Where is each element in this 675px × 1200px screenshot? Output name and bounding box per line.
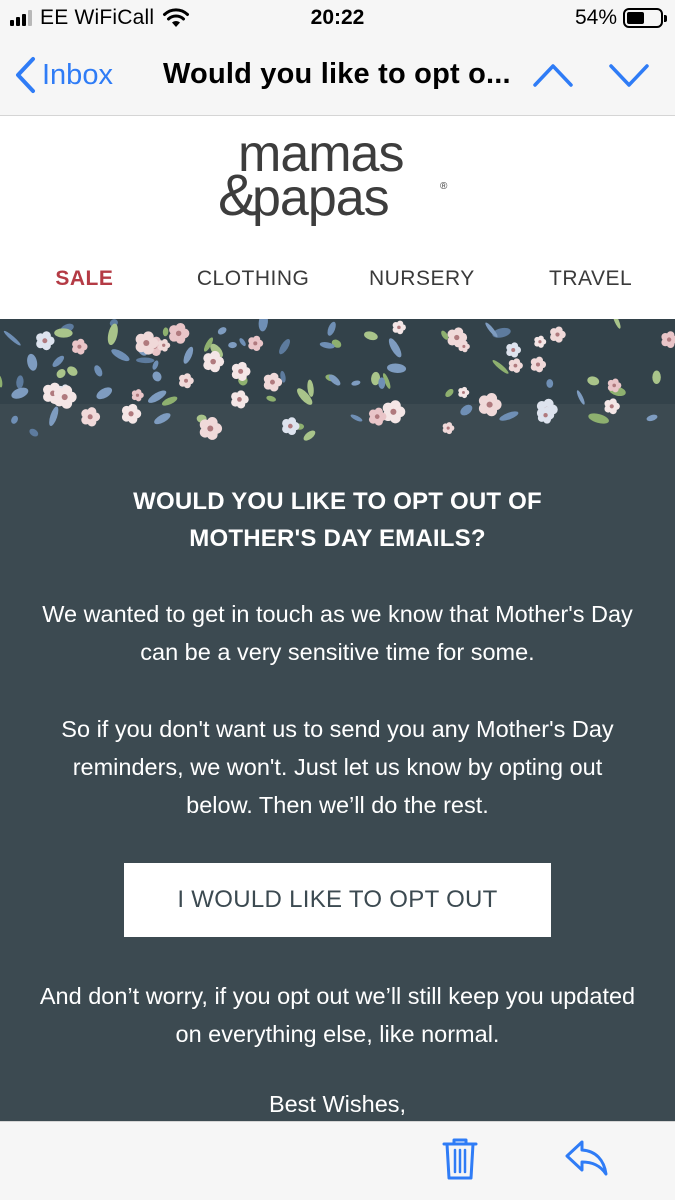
previous-message-button[interactable] (532, 58, 574, 95)
email-body: mamas & papas ® SALE CLOTHING NURSERY TR… (0, 117, 675, 1121)
battery-level-fill (627, 12, 645, 24)
status-right: 54% (574, 6, 667, 30)
menu-nursery-link[interactable]: NURSERY (338, 267, 507, 291)
headline-line-2: MOTHER'S DAY EMAILS? (189, 525, 486, 552)
chevron-left-icon (16, 57, 35, 93)
signoff: Best Wishes, (268, 1091, 407, 1117)
logo-line2: papas (252, 169, 389, 227)
reply-icon (565, 1140, 608, 1176)
headline-line-1: WOULD YOU LIKE TO OPT OUT OF (133, 488, 542, 515)
battery-percent: 54% (574, 6, 617, 29)
logo-ampersand: & (218, 163, 257, 227)
menu-sale-link[interactable]: SALE (0, 267, 169, 291)
opt-out-headline: WOULD YOU LIKE TO OPT OUT OF MOTHER'S DA… (0, 483, 675, 557)
reassurance-paragraph: And don’t worry, if you opt out we’ll st… (10, 977, 665, 1053)
intro-paragraph: We wanted to get in touch as we know tha… (10, 595, 665, 671)
battery-icon (623, 8, 667, 28)
delete-button[interactable] (441, 1136, 479, 1187)
reassurance-line-1: And don’t worry, if you opt out we’ll st… (39, 983, 636, 1009)
back-to-inbox-button[interactable]: Inbox (14, 56, 113, 94)
mail-toolbar (0, 1121, 675, 1200)
opt-out-line-2: reminders, we won't. Just let us know by… (72, 754, 603, 780)
email-header: mamas & papas ® SALE CLOTHING NURSERY TR… (0, 117, 675, 319)
opt-out-line-3: below. Then we’ll do the rest. (186, 792, 489, 818)
back-label: Inbox (42, 58, 113, 91)
floral-banner-image (0, 319, 675, 441)
chevron-up-icon (533, 64, 573, 87)
menu-travel-link[interactable]: TRAVEL (506, 267, 675, 291)
status-bar: EE WiFiCall 20:22 54% (0, 0, 675, 36)
reply-button[interactable] (564, 1138, 610, 1183)
next-message-button[interactable] (608, 58, 650, 95)
mamas-papas-logo[interactable]: mamas & papas ® (218, 129, 458, 227)
intro-line-2: can be a very sensitive time for some. (140, 639, 535, 665)
opt-out-paragraph: So if you don't want us to send you any … (10, 710, 665, 824)
reassurance-line-2: on everything else, like normal. (175, 1021, 500, 1047)
logo-registered: ® (440, 181, 448, 192)
mail-nav-bar: Inbox Would you like to opt o... (0, 36, 675, 116)
email-subject-title: Would you like to opt o... (163, 58, 511, 90)
menu-clothing-link[interactable]: CLOTHING (169, 267, 338, 291)
opt-out-button[interactable]: I WOULD LIKE TO OPT OUT (124, 863, 551, 937)
trash-icon (442, 1138, 478, 1180)
email-category-menu: SALE CLOTHING NURSERY TRAVEL (0, 267, 675, 291)
opt-out-line-1: So if you don't want us to send you any … (61, 716, 614, 742)
opt-out-panel: WOULD YOU LIKE TO OPT OUT OF MOTHER'S DA… (0, 319, 675, 1121)
intro-line-1: We wanted to get in touch as we know tha… (42, 601, 633, 627)
status-time: 20:22 (310, 6, 365, 29)
chevron-down-icon (609, 64, 649, 87)
